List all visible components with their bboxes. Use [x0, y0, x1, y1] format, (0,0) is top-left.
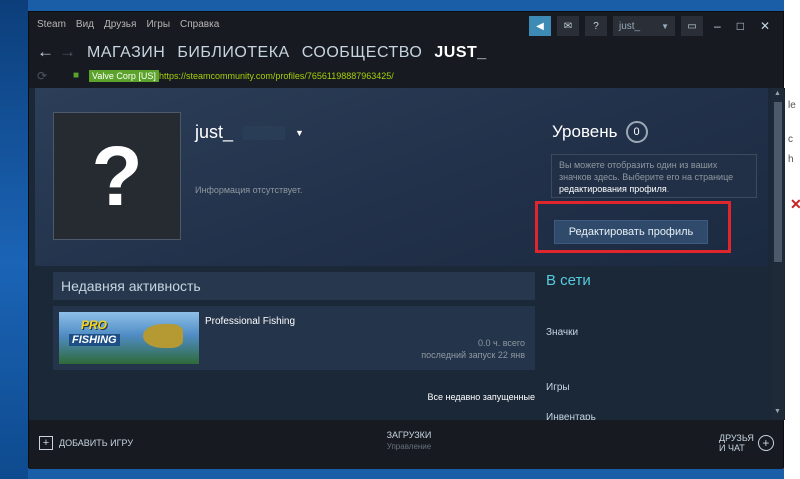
recent-activity-panel: Недавняя активность PRO FISHING Professi…	[53, 272, 535, 420]
desktop-background	[0, 0, 28, 479]
scroll-thumb[interactable]	[774, 102, 782, 262]
menu-friends[interactable]: Друзья	[104, 19, 136, 30]
tab-library[interactable]: БИБЛИОТЕКА	[177, 44, 289, 62]
persona-name-dropdown[interactable]: just_ ▼	[195, 122, 304, 143]
background-text-fragment: le	[788, 100, 796, 111]
redacted-name-part	[243, 125, 286, 140]
plus-icon: +	[39, 436, 53, 450]
scroll-down-icon[interactable]: ▼	[774, 408, 781, 415]
minimize-button[interactable]: –	[709, 19, 726, 33]
friends-chat-button[interactable]: ДРУЗЬЯ И ЧАТ +	[719, 433, 774, 453]
online-status: В сети	[546, 272, 591, 289]
capsule-logo-bottom: FISHING	[69, 334, 120, 346]
url-bar: ⟳ ■ Valve Corp [US] https://steamcommuni…	[29, 68, 783, 88]
profile-page: ? just_ ▼ Информация отсутствует. Уровен…	[29, 88, 785, 420]
edit-profile-button[interactable]: Редактировать профиль	[554, 220, 708, 244]
steam-window: Steam Вид Друзья Игры Справка ◀ ✉ ? just…	[28, 11, 785, 469]
help-button[interactable]: ?	[585, 16, 607, 36]
close-button[interactable]: ✕	[755, 19, 775, 33]
help-icon: ?	[593, 20, 599, 32]
big-picture-button[interactable]: ▭	[681, 16, 703, 36]
game-hours: 0.0 ч. всего	[478, 338, 525, 348]
account-dropdown[interactable]: just_ ▼	[613, 16, 675, 36]
menu-view[interactable]: Вид	[76, 19, 94, 30]
profile-header: ? just_ ▼ Информация отсутствует. Уровен…	[35, 88, 768, 266]
refresh-icon[interactable]: ⟳	[37, 69, 47, 83]
nav-bar: ← → МАГАЗИН БИБЛИОТЕКА СООБЩЕСТВО JUST_	[29, 40, 783, 68]
forward-arrow-icon[interactable]: →	[59, 42, 76, 62]
downloads-sublabel: Управление	[386, 442, 432, 451]
tab-store[interactable]: МАГАЗИН	[87, 44, 165, 62]
friends-label-line1: ДРУЗЬЯ	[719, 433, 754, 443]
friends-chat-label: ДРУЗЬЯ И ЧАТ	[719, 433, 754, 453]
dropdown-caret-icon: ▼	[295, 127, 304, 138]
scroll-up-icon[interactable]: ▲	[774, 90, 781, 97]
game-name[interactable]: Professional Fishing	[205, 316, 295, 327]
game-last-played: последний запуск 22 янв	[421, 350, 525, 360]
downloads-label: ЗАГРУЗКИ	[386, 430, 432, 440]
menu-bar: Steam Вид Друзья Игры Справка ◀ ✉ ? just…	[29, 12, 783, 40]
persona-name: just_	[195, 122, 234, 142]
add-friend-icon: +	[757, 435, 774, 451]
back-arrow-icon[interactable]: ←	[37, 42, 54, 62]
fish-graphic	[143, 324, 183, 348]
tab-profile[interactable]: JUST_	[434, 44, 486, 62]
edit-profile-link[interactable]: редактирования профиля	[559, 184, 667, 194]
recent-activity-header: Недавняя активность	[53, 272, 535, 300]
dropdown-caret-icon: ▼	[661, 21, 669, 31]
menu-help[interactable]: Справка	[180, 19, 219, 30]
badge-hint: Вы можете отобразить один из ваших значк…	[551, 154, 757, 198]
level-label: Уровень	[552, 122, 618, 141]
badge-hint-end: .	[666, 184, 670, 194]
menu-games[interactable]: Игры	[146, 19, 170, 30]
add-game-label: ДОБАВИТЬ ИГРУ	[59, 438, 134, 448]
background-text-fragment: c	[788, 134, 793, 145]
avatar[interactable]: ?	[53, 112, 181, 240]
add-game-button[interactable]: + ДОБАВИТЬ ИГРУ	[39, 436, 133, 450]
sidebar-item-badges[interactable]: Значки	[546, 327, 578, 338]
downloads-button[interactable]: ЗАГРУЗКИ Управление	[369, 430, 449, 451]
level-heading: Уровень 0	[552, 121, 648, 143]
friends-label-line2: И ЧАТ	[719, 443, 745, 453]
megaphone-icon: ◀	[536, 20, 544, 32]
certificate-badge[interactable]: Valve Corp [US]	[89, 70, 159, 82]
screen-icon: ▭	[687, 20, 697, 32]
background-window-edge: le c h ✕	[784, 0, 800, 479]
level-badge[interactable]: 0	[625, 121, 648, 143]
account-name: just_	[619, 20, 641, 32]
menu-steam[interactable]: Steam	[37, 19, 66, 30]
page-url[interactable]: https://steamcommunity.com/profiles/7656…	[159, 71, 394, 81]
close-mark-icon: ✕	[790, 196, 800, 212]
maximize-button[interactable]: □	[732, 19, 749, 33]
list-item: PRO FISHING Professional Fishing 0.0 ч. …	[53, 306, 535, 370]
profile-sidebar: В сети Значки Игры Инвентарь	[546, 272, 746, 420]
broadcast-button[interactable]: ◀	[529, 16, 551, 36]
sidebar-item-games[interactable]: Игры	[546, 382, 570, 393]
placeholder-avatar-icon: ?	[91, 129, 143, 223]
sidebar-item-inventory[interactable]: Инвентарь	[546, 412, 596, 420]
tab-community[interactable]: СООБЩЕСТВО	[302, 44, 423, 62]
envelope-icon: ✉	[563, 20, 573, 32]
profile-summary: Информация отсутствует.	[195, 185, 303, 195]
notifications-button[interactable]: ✉	[557, 16, 579, 36]
badge-hint-text: Вы можете отобразить один из ваших значк…	[559, 160, 734, 182]
background-text-fragment: h	[788, 154, 794, 165]
all-recent-link[interactable]: Все недавно запущенные	[427, 392, 535, 402]
scrollbar[interactable]: ▲ ▼	[772, 88, 784, 420]
lock-icon: ■	[73, 70, 80, 81]
bottom-bar: + ДОБАВИТЬ ИГРУ ЗАГРУЗКИ Управление ДРУЗ…	[29, 420, 783, 469]
capsule-logo-top: PRO	[81, 318, 108, 332]
game-capsule-image[interactable]: PRO FISHING	[59, 312, 199, 364]
